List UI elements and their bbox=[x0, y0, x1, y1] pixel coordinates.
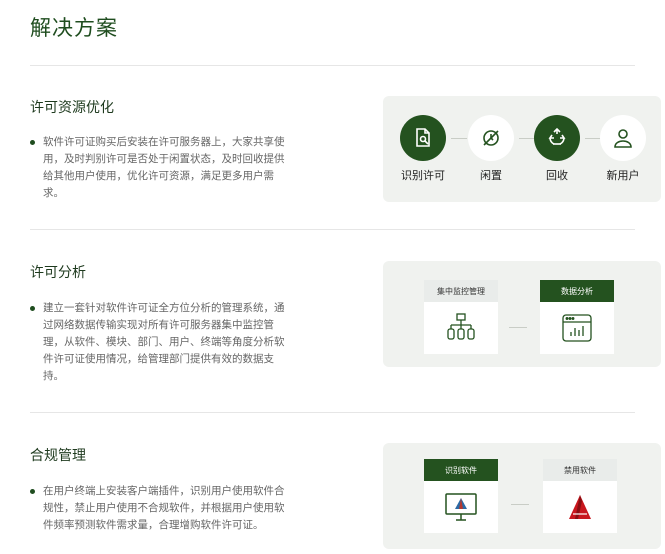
bullet-dot bbox=[30, 489, 35, 494]
section-title-compliance: 合规管理 bbox=[30, 448, 86, 464]
flow-label: 闲置 bbox=[480, 169, 502, 182]
card-header: 集中监控管理 bbox=[424, 280, 498, 302]
bullet-dot bbox=[30, 140, 35, 145]
flow-label: 回收 bbox=[546, 169, 568, 182]
divider bbox=[30, 65, 635, 66]
section-text-license-analysis: 建立一套针对软件许可证全方位分析的管理系统，通过网络数据传输实现对所有许可服务器… bbox=[30, 300, 292, 385]
section-text-license-optimization: 软件许可证购买后安装在许可服务器上，大家共享使用，及时判别许可是否处于闲置状态，… bbox=[30, 134, 292, 202]
card-header: 禁用软件 bbox=[543, 459, 617, 481]
section-title-license-analysis: 许可分析 bbox=[30, 265, 86, 281]
network-tree-icon bbox=[424, 302, 498, 354]
flow-label: 新用户 bbox=[606, 169, 640, 182]
card-identify-software: 识别软件 bbox=[424, 459, 498, 533]
card-header: 数据分析 bbox=[540, 280, 614, 302]
section-title-license-optimization: 许可资源优化 bbox=[30, 100, 114, 116]
flow-step-idle: 闲置 bbox=[464, 115, 518, 183]
document-search-icon bbox=[400, 115, 446, 161]
solutions-page: 解决方案 许可资源优化 软件许可证购买后安装在许可服务器上，大家共享使用，及时判… bbox=[0, 0, 665, 554]
card-central-monitoring: 集中监控管理 bbox=[424, 280, 498, 354]
card-data-analysis: 数据分析 bbox=[540, 280, 614, 354]
divider bbox=[30, 412, 635, 413]
license-flow-panel: 识别许可 闲置 回收 新用户 bbox=[383, 96, 661, 202]
compliance-panel: 识别软件 禁用软件 bbox=[383, 443, 661, 549]
flow-label: 识别许可 bbox=[401, 169, 445, 182]
disabled-clock-icon bbox=[468, 115, 514, 161]
card-connector bbox=[511, 504, 529, 505]
chart-window-icon bbox=[540, 302, 614, 354]
monitor-app-icon bbox=[424, 481, 498, 533]
flow-step-identify: 识别许可 bbox=[396, 115, 450, 183]
flow-step-recycle: 回收 bbox=[530, 115, 584, 183]
analysis-panel: 集中监控管理 数据分析 bbox=[383, 261, 661, 367]
divider bbox=[30, 229, 635, 230]
recycle-icon bbox=[534, 115, 580, 161]
page-title: 解决方案 bbox=[30, 16, 118, 40]
card-disabled-software: 禁用软件 bbox=[543, 459, 617, 533]
bullet-dot bbox=[30, 306, 35, 311]
autocad-logo-icon bbox=[543, 481, 617, 533]
card-connector bbox=[509, 327, 527, 328]
card-header: 识别软件 bbox=[424, 459, 498, 481]
section-text-compliance: 在用户终端上安装客户端插件，识别用户使用软件合规性，禁止用户使用不合规软件，并根… bbox=[30, 483, 292, 534]
user-icon bbox=[600, 115, 646, 161]
flow-step-new-user: 新用户 bbox=[596, 115, 650, 183]
